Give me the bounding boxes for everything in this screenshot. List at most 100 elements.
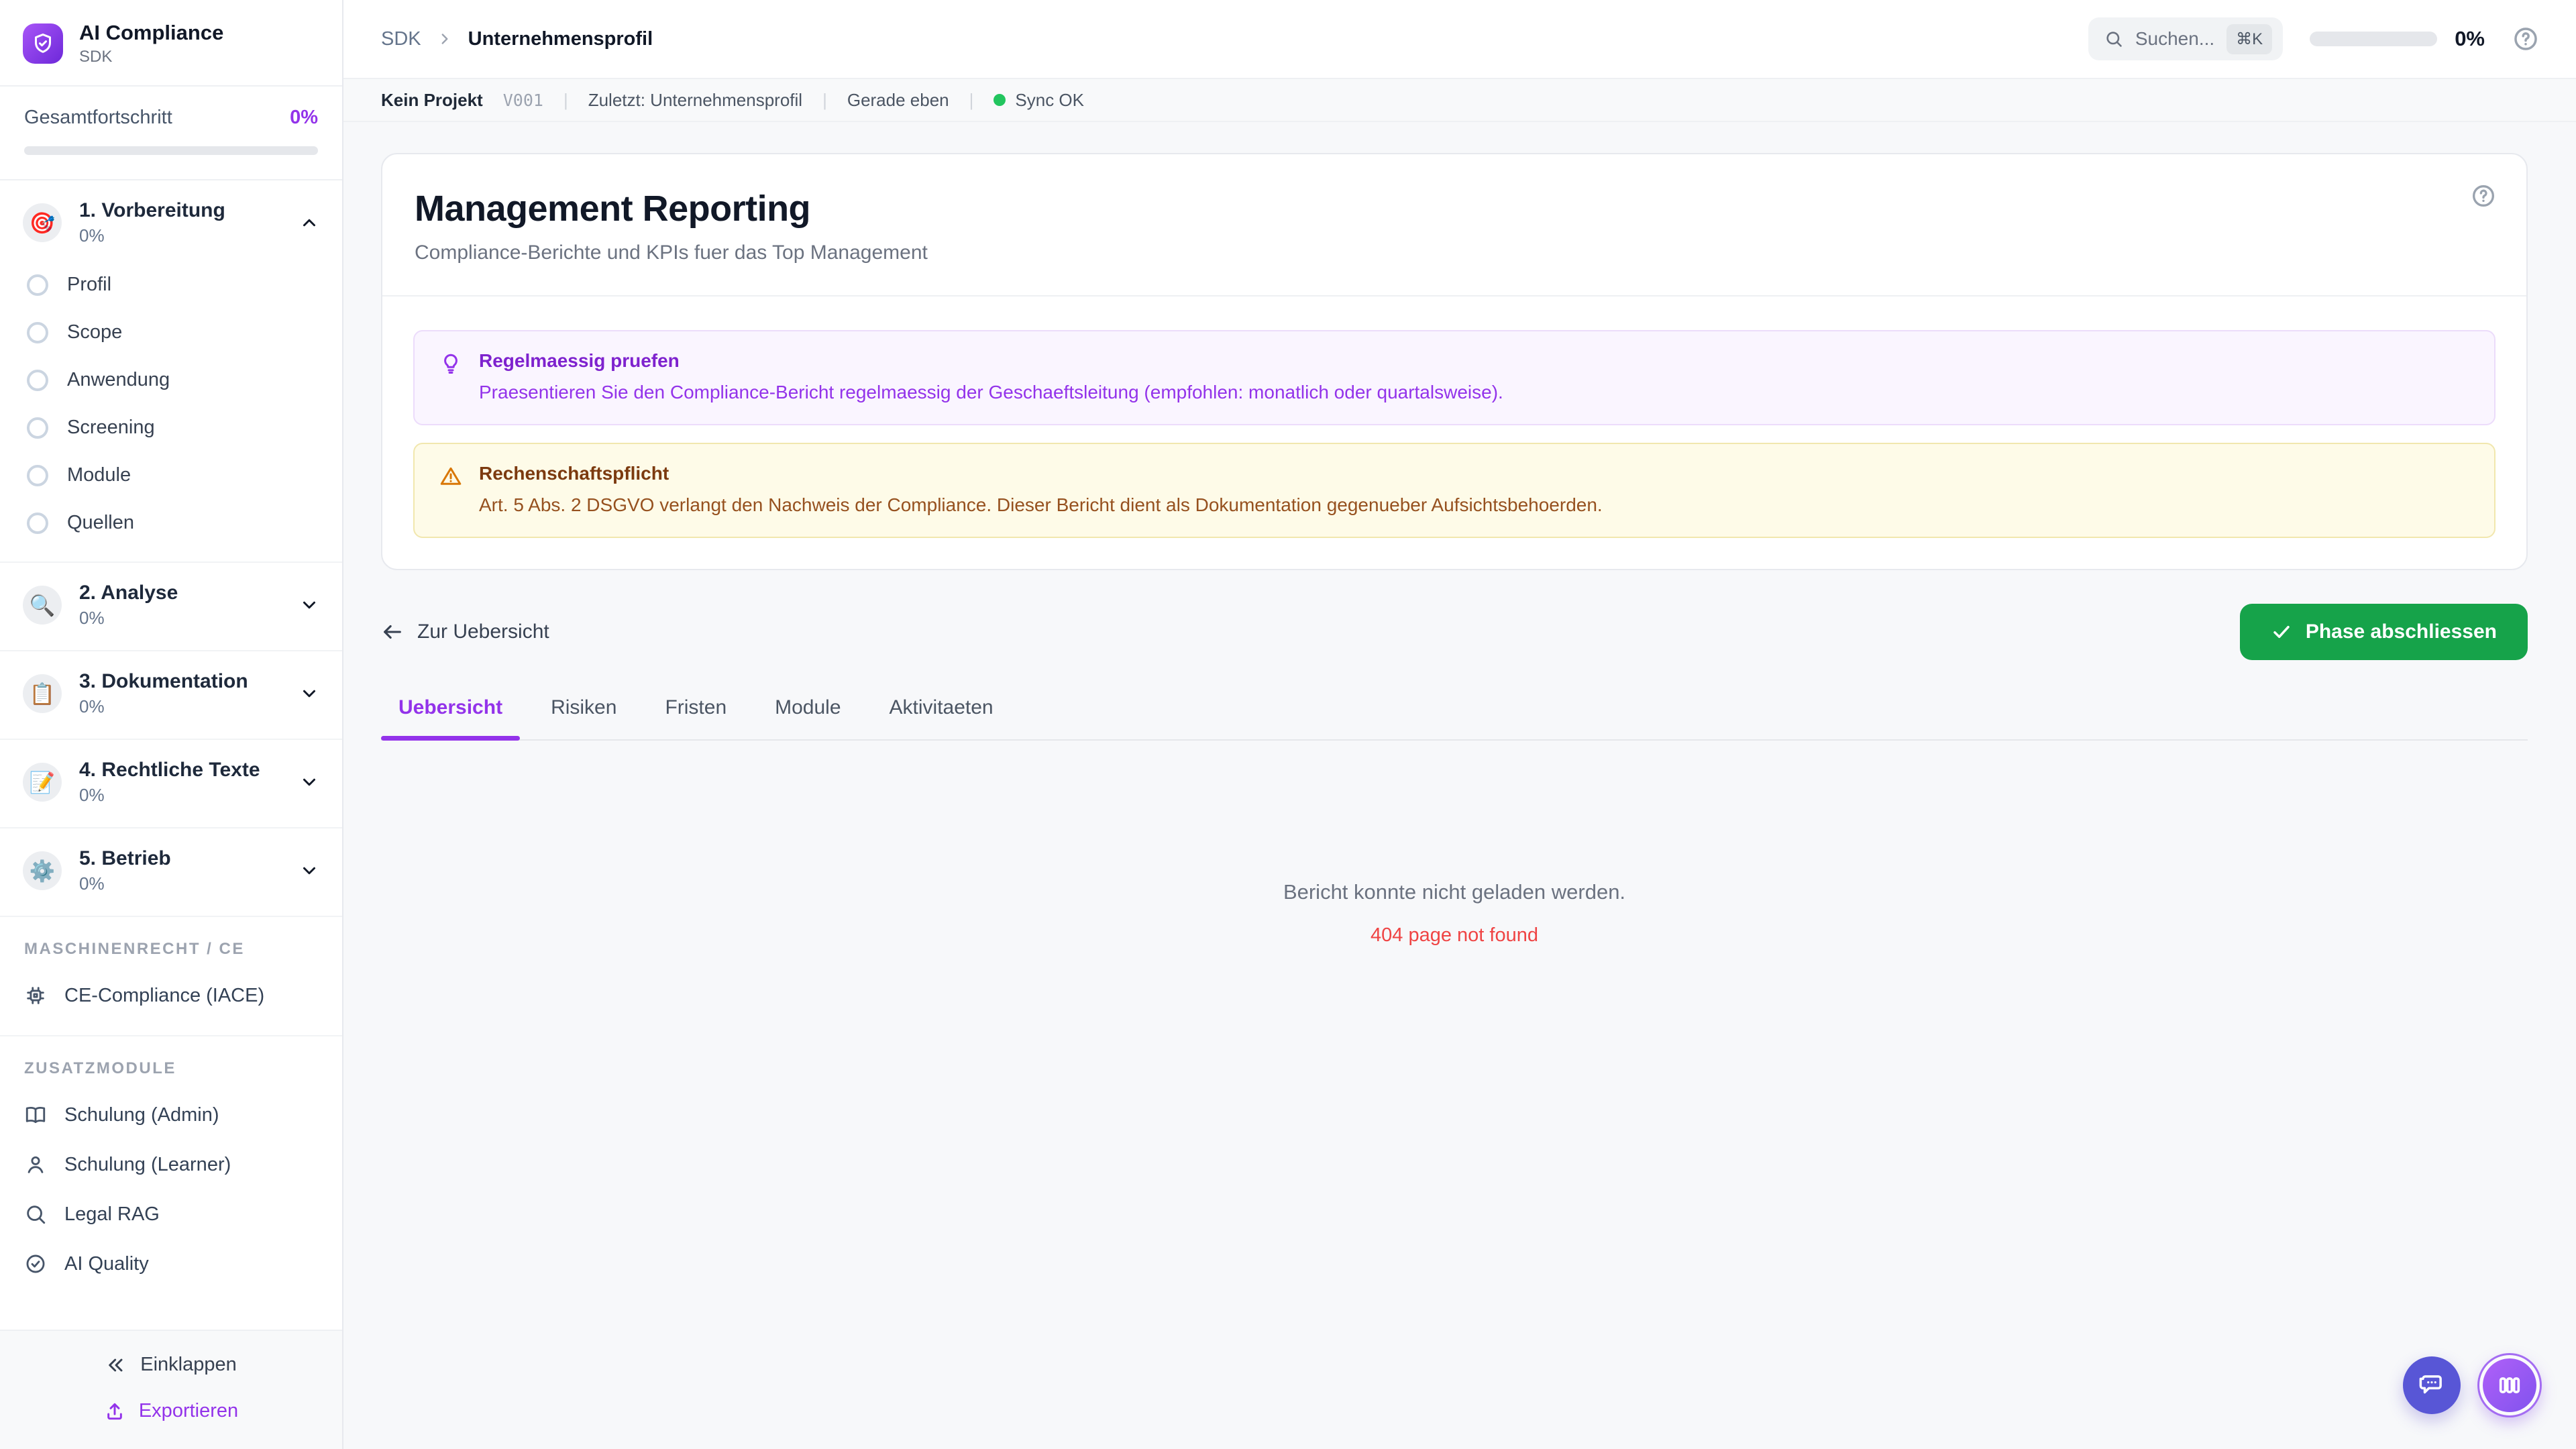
section-zusatzmodule: ZUSATZMODULE Schulung (Admin) Schulung (…	[0, 1036, 342, 1295]
sidebar-item-schulung-learner[interactable]: Schulung (Learner)	[0, 1140, 342, 1189]
sidebar-item-schulung-admin[interactable]: Schulung (Admin)	[0, 1090, 342, 1140]
top-header: SDK Unternehmensprofil Suchen... ⌘K 0%	[343, 0, 2576, 79]
upload-icon	[104, 1401, 125, 1422]
page-title: Management Reporting	[415, 189, 811, 229]
check-icon	[2271, 621, 2292, 643]
section-maschinenrecht: MASCHINENRECHT / CE CE-Compliance (IACE)	[0, 917, 342, 1037]
user-icon	[24, 1153, 47, 1176]
tab-risiken[interactable]: Risiken	[533, 696, 634, 739]
app-title: AI Compliance	[79, 21, 224, 44]
sidebar-item-ce-compliance[interactable]: CE-Compliance (IACE)	[0, 971, 342, 1020]
sync-status: Sync OK	[994, 90, 1084, 111]
tab-uebersicht[interactable]: Uebersicht	[381, 696, 521, 741]
columns-icon	[2496, 1372, 2523, 1399]
arrow-left-icon	[381, 621, 404, 643]
version-badge: V001	[502, 90, 543, 110]
app-logo	[23, 23, 63, 64]
last-saved: Zuletzt: Unternehmensprofil	[588, 89, 803, 110]
phase-group-dokumentation: 📋 3. Dokumentation 0%	[0, 651, 342, 741]
search-placeholder: Suchen...	[2135, 28, 2215, 49]
phase-item-rechtliche-texte[interactable]: 📝 4. Rechtliche Texte 0%	[0, 747, 342, 818]
page-content: Management Reporting Compliance-Berichte…	[343, 122, 2576, 1449]
app-header: AI Compliance SDK	[0, 0, 342, 87]
sidebar-item-quellen[interactable]: Quellen	[0, 499, 342, 547]
panel-fab-button[interactable]	[2479, 1355, 2540, 1415]
overall-progress-bar	[24, 146, 318, 156]
empty-state-message: Bericht konnte nicht geladen werden.	[1283, 879, 1626, 904]
card-help-icon[interactable]	[2470, 182, 2497, 209]
phase-group-vorbereitung: 🎯 1. Vorbereitung 0% Profil Scope Anwend…	[0, 180, 342, 564]
phase-group-betrieb: ⚙️ 5. Betrieb 0%	[0, 828, 342, 918]
sidebar-item-screening[interactable]: Screening	[0, 404, 342, 451]
warning-alert: Rechenschaftspflicht Art. 5 Abs. 2 DSGVO…	[413, 442, 2496, 538]
phase-item-betrieb[interactable]: ⚙️ 5. Betrieb 0%	[0, 835, 342, 906]
empty-state: Bericht konnte nicht geladen werden. 404…	[381, 880, 2528, 947]
tab-fristen[interactable]: Fristen	[647, 696, 744, 739]
phase-group-rechtliche-texte: 📝 4. Rechtliche Texte 0%	[0, 740, 342, 829]
phase-nav: 🎯 1. Vorbereitung 0% Profil Scope Anwend…	[0, 180, 342, 1330]
overall-progress: Gesamtfortschritt 0%	[0, 87, 342, 181]
sidebar-item-scope[interactable]: Scope	[0, 309, 342, 356]
alert-body: Praesentieren Sie den Compliance-Bericht…	[479, 382, 1503, 402]
chevron-down-icon	[299, 861, 319, 881]
phase-item-analyse[interactable]: 🔍 2. Analyse 0%	[0, 570, 342, 641]
error-text: 404 page not found	[1371, 924, 1538, 946]
status-circle-icon	[27, 274, 48, 296]
header-progress-bar	[2310, 32, 2438, 46]
phase-item-dokumentation[interactable]: 📋 3. Dokumentation 0%	[0, 658, 342, 729]
chevron-up-icon	[299, 213, 319, 233]
header-progress: 0%	[2310, 27, 2485, 51]
alert-title: Regelmaessig pruefen	[479, 350, 680, 371]
clipboard-emoji-icon: 📋	[23, 674, 62, 714]
sidebar-item-profil[interactable]: Profil	[0, 261, 342, 309]
back-to-overview-link[interactable]: Zur Uebersicht	[381, 621, 549, 643]
search-shortcut-badge: ⌘K	[2226, 23, 2273, 54]
breadcrumb: SDK Unternehmensprofil	[381, 28, 653, 50]
chevron-down-icon	[299, 595, 319, 615]
export-button[interactable]: Exportieren	[104, 1400, 238, 1422]
target-emoji-icon: 🎯	[23, 203, 62, 243]
lightbulb-icon	[439, 352, 463, 376]
chevron-down-icon	[299, 684, 319, 704]
magnifier-emoji-icon: 🔍	[23, 586, 62, 625]
sidebar-item-ai-quality[interactable]: AI Quality	[0, 1239, 342, 1289]
memo-emoji-icon: 📝	[23, 763, 62, 802]
phase-item-vorbereitung[interactable]: 🎯 1. Vorbereitung 0%	[0, 187, 342, 258]
search-icon	[24, 1203, 47, 1226]
chat-fab-button[interactable]	[2403, 1356, 2461, 1414]
check-circle-icon	[24, 1252, 47, 1275]
status-circle-icon	[27, 417, 48, 439]
sidebar-item-legal-rag[interactable]: Legal RAG	[0, 1189, 342, 1239]
warning-triangle-icon	[439, 464, 463, 488]
status-circle-icon	[27, 369, 48, 391]
sidebar: AI Compliance SDK Gesamtfortschritt 0% 🎯…	[0, 0, 343, 1449]
search-icon	[2104, 30, 2123, 48]
alert-body: Art. 5 Abs. 2 DSGVO verlangt den Nachwei…	[479, 494, 1603, 515]
status-circle-icon	[27, 321, 48, 343]
tab-aktivitaeten[interactable]: Aktivitaeten	[872, 696, 1011, 739]
sidebar-item-anwendung[interactable]: Anwendung	[0, 356, 342, 404]
help-icon[interactable]	[2512, 25, 2540, 53]
collapse-sidebar-button[interactable]: Einklappen	[105, 1354, 237, 1376]
chip-icon	[24, 984, 47, 1007]
main-area: SDK Unternehmensprofil Suchen... ⌘K 0% K…	[343, 0, 2576, 1449]
search-input[interactable]: Suchen... ⌘K	[2088, 17, 2284, 60]
chevron-down-icon	[299, 772, 319, 792]
gear-emoji-icon: ⚙️	[23, 851, 62, 891]
shield-check-icon	[31, 32, 55, 56]
breadcrumb-root[interactable]: SDK	[381, 28, 421, 50]
status-circle-icon	[27, 464, 48, 486]
phase-group-analyse: 🔍 2. Analyse 0%	[0, 563, 342, 652]
double-chevron-left-icon	[105, 1354, 127, 1376]
project-name: Kein Projekt	[381, 89, 483, 110]
tab-module[interactable]: Module	[757, 696, 858, 739]
alert-title: Rechenschaftspflicht	[479, 462, 669, 484]
status-bar: Kein Projekt V001 | Zuletzt: Unternehmen…	[343, 79, 2576, 122]
page-subtitle: Compliance-Berichte und KPIs fuer das To…	[415, 241, 928, 264]
sidebar-item-module[interactable]: Module	[0, 451, 342, 499]
status-circle-icon	[27, 512, 48, 534]
app-subtitle: SDK	[79, 48, 113, 66]
complete-phase-button[interactable]: Phase abschliessen	[2239, 603, 2528, 660]
overall-progress-value: 0%	[290, 107, 318, 129]
info-alert: Regelmaessig pruefen Praesentieren Sie d…	[413, 330, 2496, 425]
